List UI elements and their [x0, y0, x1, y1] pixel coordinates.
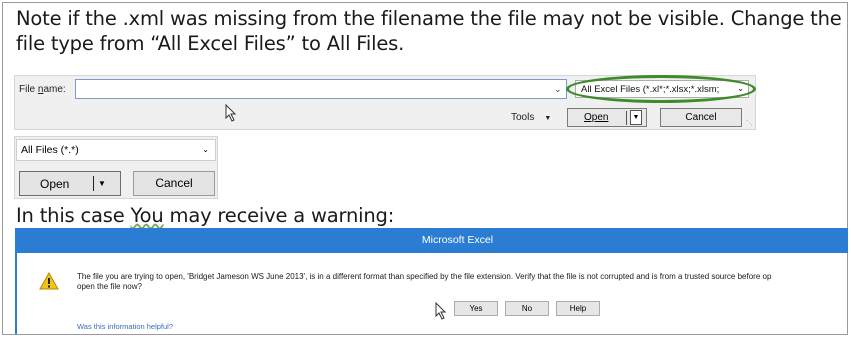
excel-warning-dialog: Microsoft Excel The file you are trying …	[15, 228, 848, 334]
cancel-button[interactable]: Cancel	[133, 171, 215, 196]
open-button[interactable]: Open ▼	[19, 171, 121, 196]
filename-label: File name:	[19, 84, 66, 95]
feedback-link[interactable]: Was this information helpful?	[77, 322, 173, 331]
file-open-dialog: File name: ⌄ All Excel Files (*.xl*;*.xl…	[14, 75, 756, 130]
warning-message: The file you are trying to open, 'Bridge…	[77, 272, 847, 292]
file-open-dialog-all-files: All Files (*.*) ⌄ Open ▼ Cancel	[14, 136, 218, 199]
filename-input[interactable]	[75, 79, 567, 99]
warning-icon	[39, 271, 59, 295]
cancel-button[interactable]: Cancel	[660, 108, 742, 127]
help-button[interactable]: Help	[556, 301, 600, 316]
filename-dropdown-icon[interactable]: ⌄	[554, 84, 562, 95]
split-separator	[93, 176, 94, 191]
note-line-1: Note if the .xml was missing from the fi…	[16, 7, 842, 30]
split-separator	[626, 111, 627, 125]
mouse-pointer-icon	[435, 302, 447, 320]
dialog-title: Microsoft Excel	[17, 228, 848, 253]
open-options-icon[interactable]: ▼	[98, 179, 106, 188]
tools-menu[interactable]: Tools ▼	[511, 112, 551, 123]
open-button-label: Open	[40, 177, 70, 191]
no-button[interactable]: No	[505, 301, 549, 316]
note-line-2: file type from “All Excel Files” to All …	[16, 32, 405, 55]
file-type-select-all-files[interactable]: All Files (*.*) ⌄	[16, 139, 216, 161]
tools-dropdown-icon: ▼	[544, 115, 552, 122]
message-line-2: open the file now?	[77, 282, 142, 291]
highlight-ellipse	[566, 75, 756, 103]
yes-button[interactable]: Yes	[454, 301, 498, 316]
mouse-pointer-icon	[225, 104, 237, 122]
open-button[interactable]: Open ▼	[567, 108, 647, 127]
file-type-value: All Files (*.*)	[21, 144, 79, 156]
warning-intro-text: In this case You may receive a warning:	[16, 204, 395, 227]
instruction-note: Note if the .xml was missing from the fi…	[16, 6, 846, 56]
chevron-down-icon: ⌄	[202, 145, 209, 154]
message-line-1: The file you are trying to open, 'Bridge…	[77, 272, 772, 281]
resize-grip-icon[interactable]: ⋱	[746, 119, 753, 127]
open-button-label: Open	[584, 112, 609, 123]
open-options-icon[interactable]: ▼	[630, 110, 642, 125]
